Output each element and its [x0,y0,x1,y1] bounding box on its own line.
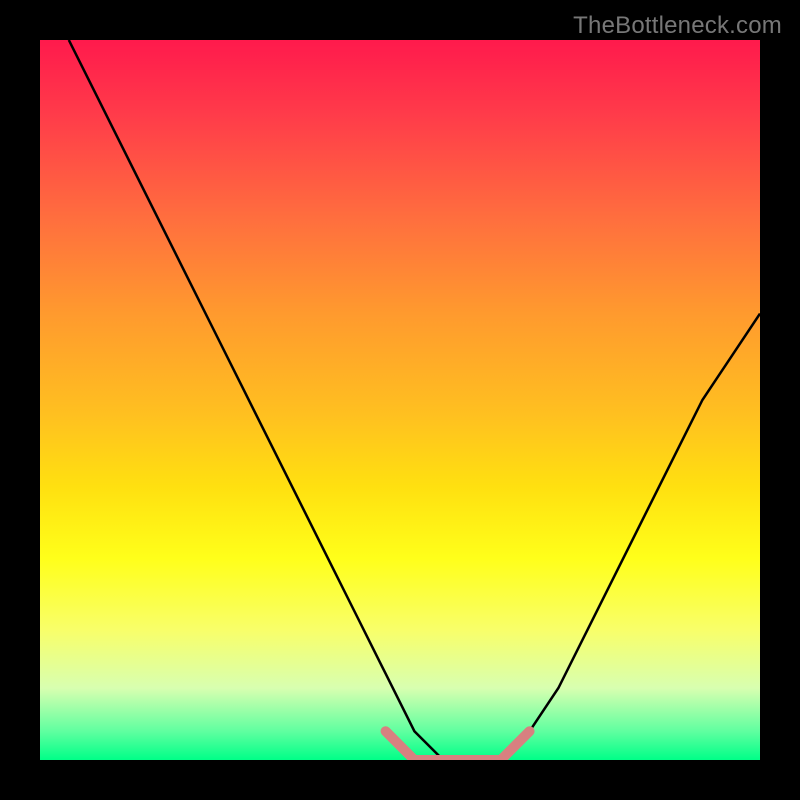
curve-path [69,40,760,760]
trough-path [386,731,530,760]
watermark-text: TheBottleneck.com [573,12,782,40]
chart-svg [40,40,760,760]
plot-area [40,40,760,760]
